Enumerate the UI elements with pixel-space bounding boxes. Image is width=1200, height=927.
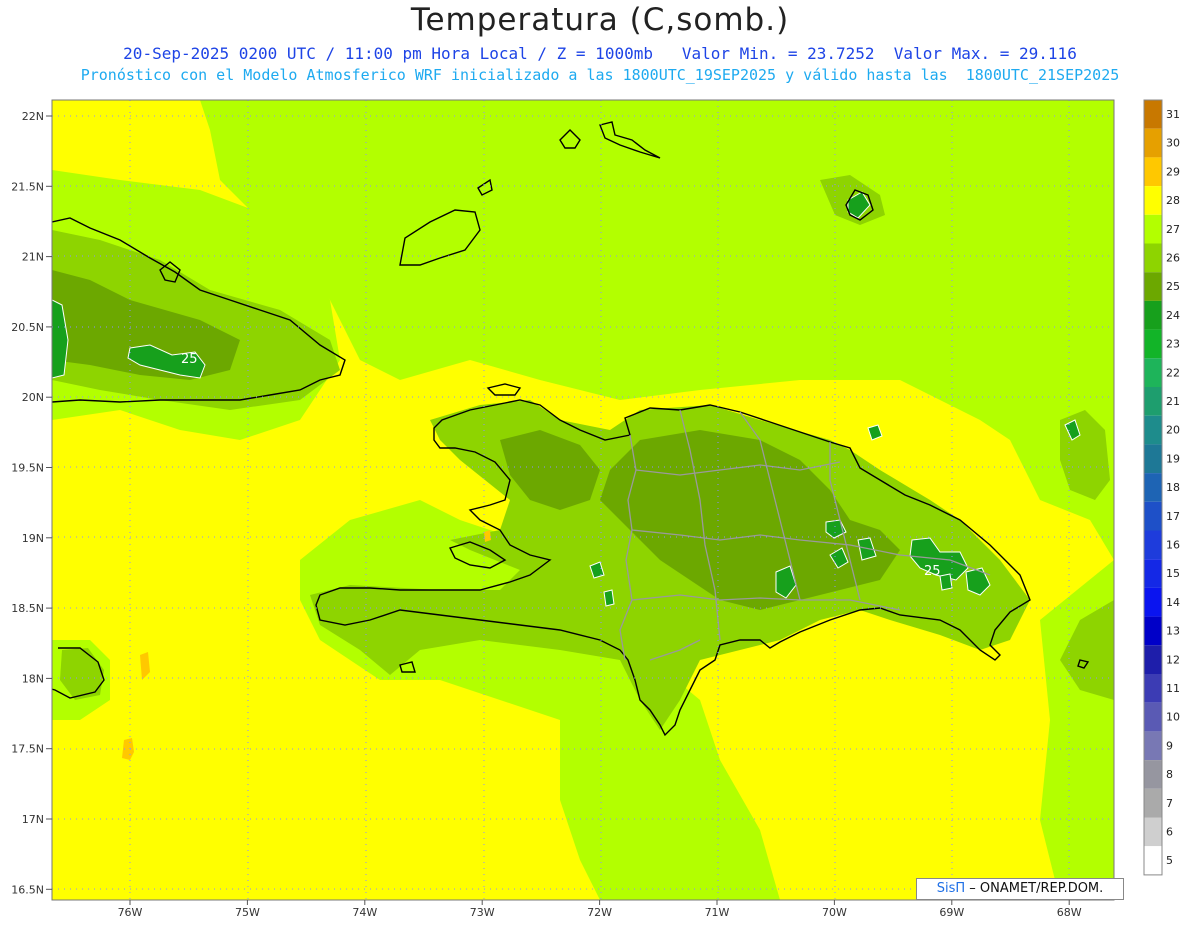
colorbar-swatch — [1144, 128, 1162, 158]
latitude-labels: 22N 21.5N 21N 20.5N 20N 19.5N 19N 18.5N 18N 17.5N… — [11, 110, 52, 896]
colorbar-label: 19 — [1166, 452, 1180, 465]
credit-text: – ONAMET/REP.DOM. — [969, 881, 1104, 896]
colorbar-swatch — [1144, 329, 1162, 359]
latitude-label: 20.5N — [11, 321, 44, 334]
latitude-label: 18N — [22, 672, 44, 685]
colorbar-label: 18 — [1166, 481, 1180, 494]
colorbar-swatch — [1144, 530, 1162, 560]
colorbar-label: 28 — [1166, 194, 1180, 207]
colorbar-swatch — [1144, 587, 1162, 617]
colorbar-swatch — [1144, 731, 1162, 761]
colorbar-label: 12 — [1166, 653, 1180, 666]
colorbar-swatch — [1144, 214, 1162, 244]
longitude-label: 73W — [470, 906, 495, 919]
colorbar-swatch — [1144, 387, 1162, 416]
latitude-label: 19.5N — [11, 462, 44, 475]
credit-box: SisΠ – ONAMET/REP.DOM. — [916, 878, 1124, 900]
colorbar-swatch — [1144, 788, 1162, 818]
longitude-label: 69W — [939, 906, 964, 919]
latitude-label: 21.5N — [11, 180, 44, 193]
colorbar-label: 9 — [1166, 739, 1173, 752]
colorbar-swatch — [1144, 243, 1162, 273]
colorbar-label: 17 — [1166, 510, 1180, 523]
latitude-label: 18.5N — [11, 602, 44, 615]
colorbar-swatch — [1144, 444, 1162, 474]
colorbar-swatch — [1144, 760, 1162, 789]
longitude-label: 76W — [118, 906, 143, 919]
colorbar-swatch — [1144, 473, 1162, 502]
latitude-label: 16.5N — [11, 883, 44, 896]
colorbar-swatch — [1144, 501, 1162, 531]
colorbar-label: 29 — [1166, 165, 1180, 178]
colorbar-label: 30 — [1166, 137, 1180, 150]
credit-brand: SisΠ — [936, 881, 966, 896]
colorbar-label: 24 — [1166, 309, 1180, 322]
colorbar-swatch — [1144, 817, 1162, 847]
longitude-labels: 76W 75W 74W 73W 72W 71W 70W 69W 68W — [118, 900, 1082, 919]
colorbar-label: 25 — [1166, 280, 1180, 293]
colorbar-swatch — [1144, 157, 1162, 187]
colorbar-label: 6 — [1166, 826, 1173, 839]
colorbar-swatch — [1144, 300, 1162, 330]
colorbar-swatch — [1144, 559, 1162, 588]
colorbar-swatch — [1144, 702, 1162, 732]
colorbar-swatch — [1144, 616, 1162, 646]
longitude-label: 71W — [705, 906, 730, 919]
latitude-label: 22N — [22, 110, 44, 123]
temperature-map: 25 25 22N 21.5N 21N 20.5N 20N 19.5N 19N 18.5N 18… — [11, 99, 1180, 919]
latitude-label: 17.5N — [11, 743, 44, 756]
colorbar-label: 8 — [1166, 768, 1173, 781]
colorbar-swatch — [1144, 645, 1162, 674]
colorbar-swatch — [1144, 674, 1162, 703]
longitude-label: 74W — [352, 906, 377, 919]
colorbar-label: 11 — [1166, 682, 1180, 695]
colorbar-swatch — [1144, 846, 1162, 875]
longitude-label: 70W — [822, 906, 847, 919]
colorbar-label: 14 — [1166, 596, 1180, 609]
latitude-label: 17N — [22, 813, 44, 826]
colorbar: 31 30 29 28 27 26 25 24 23 22 21 20 19 18 17 16 15 14 13 12… — [1143, 99, 1180, 876]
longitude-label: 75W — [235, 906, 260, 919]
colorbar-label: 20 — [1166, 424, 1180, 437]
colorbar-swatch — [1144, 186, 1162, 215]
colorbar-label: 13 — [1166, 625, 1180, 638]
colorbar-label: 27 — [1166, 223, 1180, 236]
longitude-label: 68W — [1057, 906, 1082, 919]
latitude-label: 21N — [22, 251, 44, 264]
longitude-label: 72W — [587, 906, 612, 919]
contour-label-west: 25 — [181, 352, 198, 367]
colorbar-label: 31 — [1166, 108, 1180, 121]
latitude-label: 20N — [22, 391, 44, 404]
colorbar-label: 16 — [1166, 539, 1180, 552]
latitude-label: 19N — [22, 532, 44, 545]
colorbar-swatch — [1144, 272, 1162, 301]
colorbar-swatch — [1144, 100, 1162, 129]
colorbar-label: 22 — [1166, 366, 1180, 379]
colorbar-swatch — [1144, 415, 1162, 445]
colorbar-label: 7 — [1166, 797, 1173, 810]
colorbar-label: 23 — [1166, 338, 1180, 351]
colorbar-label: 5 — [1166, 854, 1173, 867]
colorbar-label: 15 — [1166, 567, 1180, 580]
colorbar-label: 21 — [1166, 395, 1180, 408]
colorbar-swatch — [1144, 358, 1162, 387]
colorbar-label: 26 — [1166, 252, 1180, 265]
colorbar-label: 10 — [1166, 711, 1180, 724]
contour-label-east: 25 — [924, 564, 941, 579]
